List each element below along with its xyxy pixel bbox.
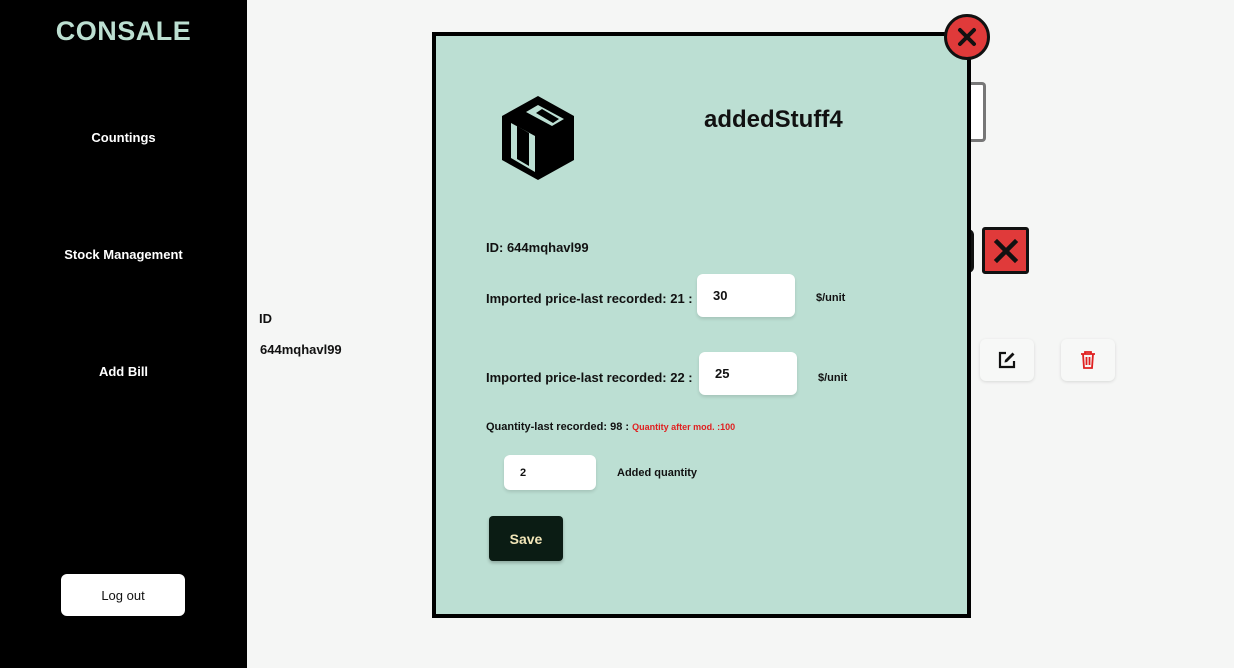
price-2-input[interactable] [699, 352, 797, 395]
package-box-icon [502, 96, 574, 180]
clear-search-button[interactable] [982, 227, 1029, 274]
quantity-row: Quantity-last recorded: 98 : Quantity af… [486, 421, 735, 433]
edit-button[interactable] [980, 339, 1034, 381]
delete-button[interactable] [1061, 339, 1115, 381]
close-x-icon [993, 238, 1018, 263]
product-id: ID: 644mqhavl99 [486, 240, 589, 255]
price-1-unit: $/unit [816, 292, 846, 304]
product-name: addedStuff4 [704, 106, 843, 133]
added-quantity-input[interactable] [504, 455, 596, 490]
logout-button[interactable]: Log out [61, 574, 185, 616]
save-button[interactable]: Save [489, 516, 563, 561]
close-circle-icon [958, 28, 976, 46]
trash-icon [1081, 351, 1095, 369]
sidebar-item-stock-management[interactable]: Stock Management [0, 247, 247, 262]
id-cell: 644mqhavl99 [260, 342, 342, 357]
id-column-header: ID [259, 311, 272, 326]
price-2-label: Imported price-last recorded: 22 : [486, 370, 693, 385]
sidebar-item-add-bill[interactable]: Add Bill [0, 364, 247, 379]
price-1-label: Imported price-last recorded: 21 : [486, 291, 693, 306]
edit-icon [998, 351, 1016, 369]
quantity-after-mod-note: Quantity after mod. :100 [632, 422, 736, 432]
price-1-input[interactable] [697, 274, 795, 317]
price-2-unit: $/unit [818, 372, 848, 384]
quantity-last-recorded-label: Quantity-last recorded: 98 : [486, 421, 630, 433]
modal-close-button[interactable] [944, 14, 990, 60]
brand-logo: CONSALE [55, 16, 192, 46]
sidebar: CONSALE Countings Stock Management Add B… [0, 0, 247, 668]
stock-edit-modal: addedStuff4 ID: 644mqhavl99 Imported pri… [432, 32, 971, 618]
added-quantity-label: Added quantity [617, 467, 698, 479]
sidebar-item-countings[interactable]: Countings [0, 130, 247, 145]
